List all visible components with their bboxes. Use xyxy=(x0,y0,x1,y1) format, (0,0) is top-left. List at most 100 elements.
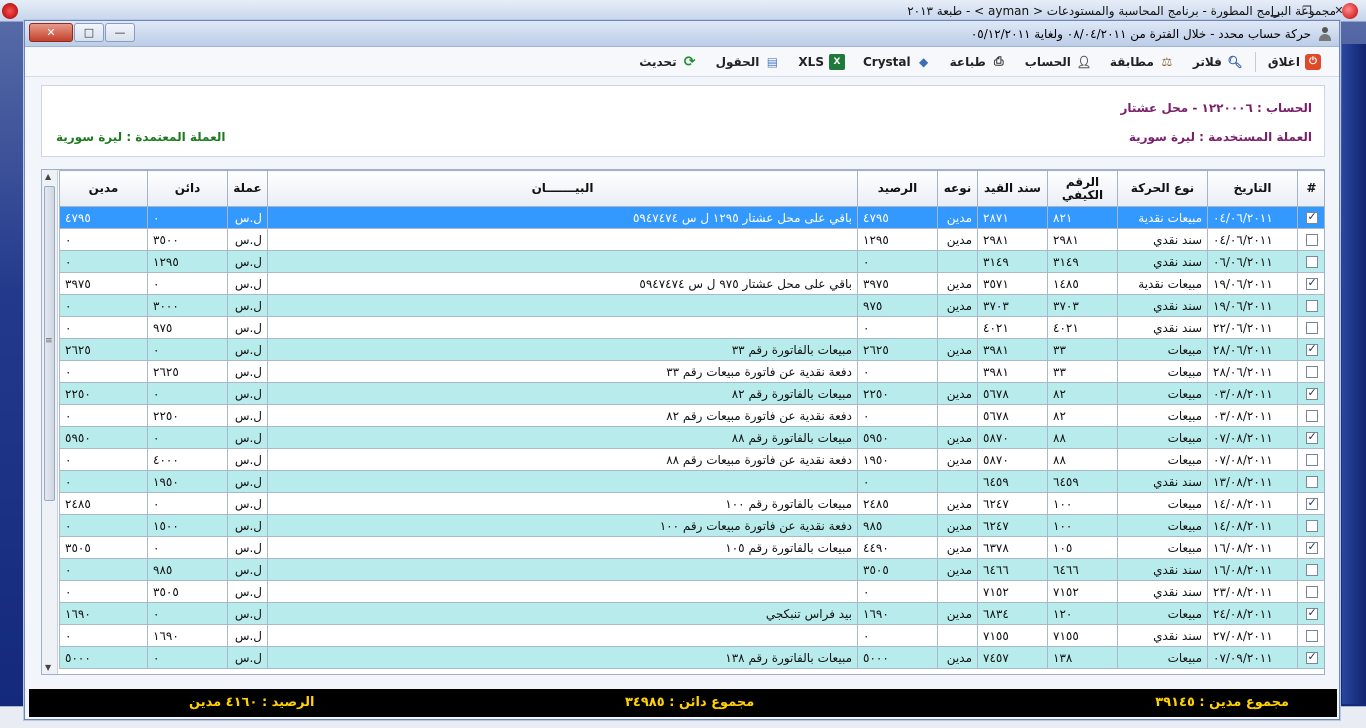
checkbox-icon[interactable] xyxy=(1305,342,1318,356)
close-button[interactable]: ⏻ اغلاق xyxy=(1260,51,1329,73)
row-checkbox[interactable] xyxy=(1297,470,1324,493)
window-minimize-button[interactable]: — xyxy=(105,23,135,42)
table-row[interactable]: ١٣/٠٨/٢٠١١ سند نقدي ٦٤٥٩ ٦٤٥٩ ٠ ل.س ١٩٥٠ ٠ xyxy=(59,470,1324,493)
row-checkbox[interactable] xyxy=(1297,382,1324,405)
print-button[interactable]: ⎙ طباعة xyxy=(942,51,1015,73)
col-debit[interactable]: مدين xyxy=(59,170,148,207)
table-row[interactable]: ١٩/٠٦/٢٠١١مبيعات نقدية١٤٨٥٣٥٧١مدين٣٩٧٥با… xyxy=(59,272,1324,295)
table-row[interactable]: ٠٧/٠٨/٢٠١١ مبيعات ٨٨ ٥٨٧٠ مدين ١٩٥٠ دفعة نقدية… xyxy=(59,448,1324,471)
col-record-no[interactable]: الرقم الكيفي xyxy=(1047,170,1118,207)
table-row[interactable]: ١٤/٠٨/٢٠١١مبيعات١٠٠٦٢٤٧مدين٢٤٨٥مبيعات با… xyxy=(59,492,1324,515)
table-row[interactable]: ١٦/٠٨/٢٠١١ سند نقدي ٦٤٦٦ ٦٤٦٦ مدين ٣٥٠٥ ل.س ٩٨٥… xyxy=(59,558,1324,581)
row-checkbox[interactable] xyxy=(1297,206,1324,229)
checkbox-icon[interactable] xyxy=(1305,540,1318,554)
table-row[interactable]: ٢٨/٠٦/٢٠١١ مبيعات ٣٣ ٣٩٨١ ٠ دفعة نقدية عن فات… xyxy=(59,360,1324,383)
printer-icon: ⎙ xyxy=(994,54,1004,68)
checkbox-icon[interactable] xyxy=(1305,300,1318,312)
window-close-button[interactable]: ✕ xyxy=(29,23,73,42)
table-row[interactable]: ٢٤/٠٨/٢٠١١مبيعات١٢٠٦٨٣٤مدين١٦٩٠بيد فراس … xyxy=(59,602,1324,625)
scroll-down-icon[interactable]: ▼ xyxy=(45,663,51,672)
table-row[interactable]: ٠٤/٠٦/٢٠١١ سند نقدي ٢٩٨١ ٢٩٨١ مدين ١٢٩٥ ل.س ٣٥٠… xyxy=(59,228,1324,251)
row-checkbox[interactable] xyxy=(1297,602,1324,625)
table-row[interactable]: ٢٣/٠٨/٢٠١١ سند نقدي ٧١٥٢ ٧١٥٢ ٠ ل.س ٣٥٠٥ ٠ xyxy=(59,580,1324,603)
row-checkbox[interactable] xyxy=(1297,338,1324,361)
checkbox-icon[interactable] xyxy=(1305,386,1318,400)
table-row[interactable]: ٠٣/٠٨/٢٠١١ مبيعات ٨٢ ٥٦٧٨ ٠ دفعة نقدية عن فات… xyxy=(59,404,1324,427)
table-row[interactable]: ٠٦/٠٦/٢٠١١ سند نقدي ٣١٤٩ ٣١٤٩ ٠ ل.س ١٢٩٥ ٠ xyxy=(59,250,1324,273)
row-checkbox[interactable] xyxy=(1297,646,1324,669)
row-checkbox[interactable] xyxy=(1297,492,1324,515)
checkbox-icon[interactable] xyxy=(1305,410,1318,422)
cell-balance: ٥٠٠٠ xyxy=(857,646,938,669)
col-description[interactable]: البيـــــــان xyxy=(267,170,858,207)
row-checkbox[interactable] xyxy=(1297,426,1324,449)
checkbox-icon[interactable] xyxy=(1305,606,1318,620)
minimize-icon[interactable]: ▁ xyxy=(1260,1,1290,19)
col-credit[interactable]: دائن xyxy=(147,170,228,207)
xls-button[interactable]: X XLS xyxy=(790,51,853,73)
checkbox-icon[interactable] xyxy=(1305,564,1318,576)
checkbox-icon[interactable] xyxy=(1305,276,1318,290)
col-num[interactable]: # xyxy=(1297,170,1324,207)
row-checkbox[interactable] xyxy=(1297,250,1324,273)
checkbox-icon[interactable] xyxy=(1305,520,1318,532)
checkbox-icon[interactable] xyxy=(1305,256,1318,268)
checkbox-icon[interactable] xyxy=(1305,496,1318,510)
cell-currency: ل.س xyxy=(227,360,268,383)
restore-icon[interactable]: ❐ xyxy=(1292,1,1322,19)
checkbox-icon[interactable] xyxy=(1305,586,1318,598)
checkbox-icon[interactable] xyxy=(1305,322,1318,334)
scroll-up-icon[interactable]: ▲ xyxy=(45,172,51,181)
checkbox-icon[interactable] xyxy=(1305,430,1318,444)
account-button[interactable]: 👤︎ الحساب xyxy=(1017,51,1100,73)
row-checkbox[interactable] xyxy=(1297,580,1324,603)
table-row[interactable]: ١٦/٠٨/٢٠١١مبيعات١٠٥٦٣٧٨مدين٤٤٩٠مبيعات با… xyxy=(59,536,1324,559)
row-checkbox[interactable] xyxy=(1297,558,1324,581)
checkbox-icon[interactable] xyxy=(1305,630,1318,642)
row-checkbox[interactable] xyxy=(1297,448,1324,471)
col-date[interactable]: التاريخ xyxy=(1207,170,1298,207)
match-button-label: مطابقة xyxy=(1109,54,1154,69)
cell-record-no: ٦٤٥٩ xyxy=(1047,470,1118,493)
table-row[interactable]: ٠٤/٠٦/٢٠١١مبيعات نقدية٨٢١٢٨٧١مدين٤٧٩٥باق… xyxy=(59,206,1324,229)
table-row[interactable]: ٠٧/٠٩/٢٠١١مبيعات١٣٨٧٤٥٧مدين٥٠٠٠مبيعات با… xyxy=(59,646,1324,669)
col-currency[interactable]: عملة xyxy=(227,170,268,207)
row-checkbox[interactable] xyxy=(1297,228,1324,251)
crystal-button[interactable]: ◆ Crystal xyxy=(855,51,940,73)
checkbox-icon[interactable] xyxy=(1305,454,1318,466)
col-kind[interactable]: نوعه xyxy=(937,170,978,207)
table-row[interactable]: ٢٧/٠٨/٢٠١١ سند نقدي ٧١٥٥ ٧١٥٥ ٠ ل.س ١٦٩٠ ٠ xyxy=(59,624,1324,647)
table-row[interactable]: ١٩/٠٦/٢٠١١ سند نقدي ٣٧٠٣ ٣٧٠٣ مدين ٩٧٥ ل.س ٣٠٠٠… xyxy=(59,294,1324,317)
checkbox-icon[interactable] xyxy=(1305,210,1318,224)
checkbox-icon[interactable] xyxy=(1305,650,1318,664)
row-checkbox[interactable] xyxy=(1297,404,1324,427)
checkbox-icon[interactable] xyxy=(1305,366,1318,378)
col-balance[interactable]: الرصيد xyxy=(857,170,938,207)
row-checkbox[interactable] xyxy=(1297,272,1324,295)
checkbox-icon[interactable] xyxy=(1305,476,1318,488)
vertical-scrollbar[interactable]: ▲ ≡ ▼ xyxy=(42,170,58,674)
table-row[interactable]: ١٤/٠٨/٢٠١١ مبيعات ١٠٠ ٦٢٤٧ مدين ٩٨٥ دفعة نقدية… xyxy=(59,514,1324,537)
cell-balance: ٠ xyxy=(857,316,938,339)
row-checkbox[interactable] xyxy=(1297,536,1324,559)
match-button[interactable]: ⚖ مطابقة xyxy=(1102,51,1183,73)
checkbox-icon[interactable] xyxy=(1305,234,1318,246)
row-checkbox[interactable] xyxy=(1297,514,1324,537)
close-icon[interactable]: ✕ xyxy=(1324,1,1354,19)
row-checkbox[interactable] xyxy=(1297,316,1324,339)
base-currency: العملة المعتمدة : ليرة سورية xyxy=(56,130,226,144)
filters-button[interactable]: 🔍︎ فلاتر xyxy=(1185,51,1251,73)
cell-record-no: ١٢٠ xyxy=(1047,602,1118,625)
table-row[interactable]: ٢٨/٠٦/٢٠١١مبيعات٣٣٣٩٨١مدين٢٦٢٥مبيعات بال… xyxy=(59,338,1324,361)
table-row[interactable]: ٠٧/٠٨/٢٠١١مبيعات٨٨٥٨٧٠مدين٥٩٥٠مبيعات بال… xyxy=(59,426,1324,449)
col-entry-no[interactable]: سند القيد xyxy=(977,170,1048,207)
table-row[interactable]: ٠٣/٠٨/٢٠١١مبيعات٨٢٥٦٧٨مدين٢٢٥٠مبيعات بال… xyxy=(59,382,1324,405)
window-maximize-button[interactable]: □ xyxy=(74,23,104,42)
refresh-button[interactable]: ⟳ تحديث xyxy=(631,51,705,73)
row-checkbox[interactable] xyxy=(1297,294,1324,317)
row-checkbox[interactable] xyxy=(1297,624,1324,647)
table-row[interactable]: ٢٢/٠٦/٢٠١١ سند نقدي ٤٠٢١ ٤٠٢١ ٠ ل.س ٩٧٥ ٠ xyxy=(59,316,1324,339)
col-movement-type[interactable]: نوع الحركة xyxy=(1117,170,1208,207)
row-checkbox[interactable] xyxy=(1297,360,1324,383)
fields-button[interactable]: ▤ الحقول xyxy=(708,51,789,73)
